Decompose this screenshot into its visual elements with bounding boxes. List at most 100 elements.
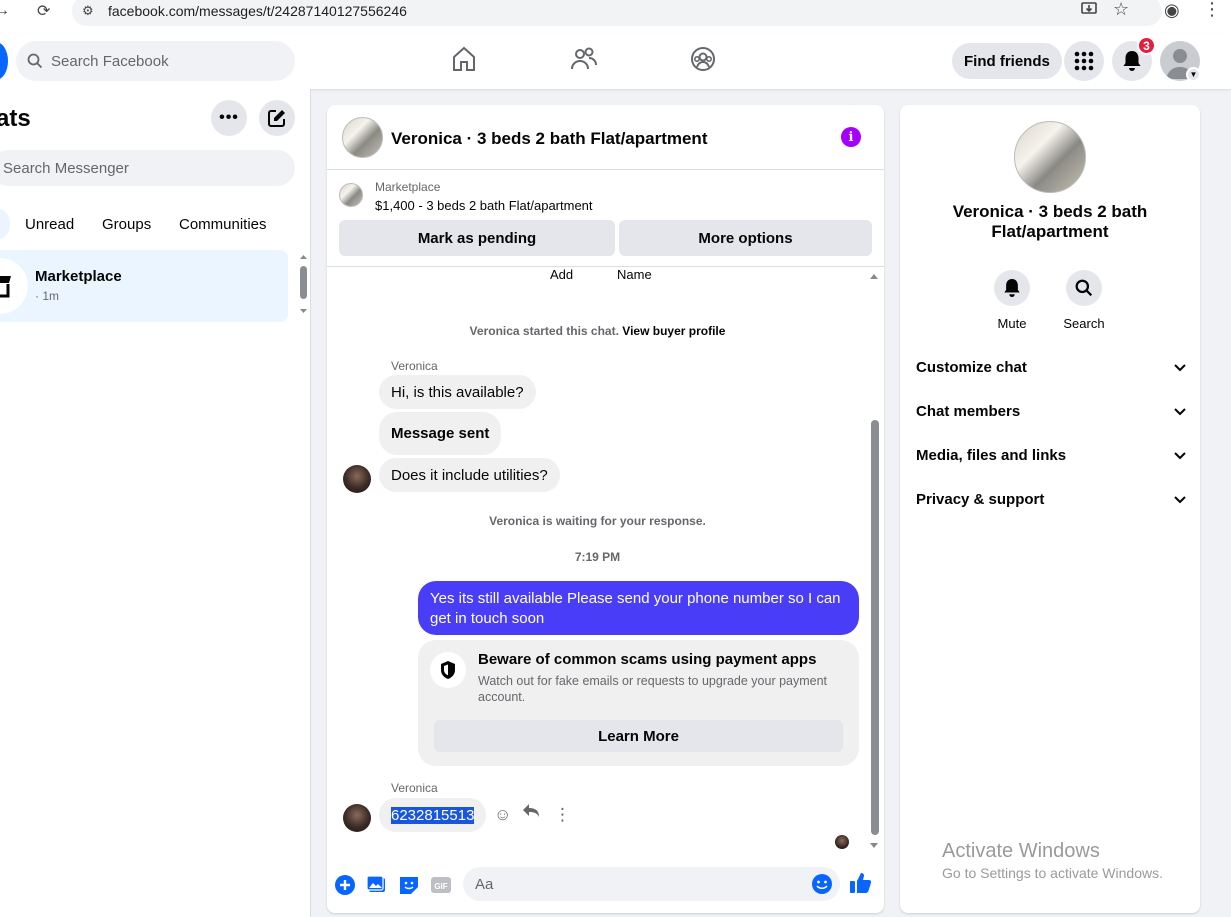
svg-text:GIF: GIF (434, 882, 447, 891)
thumbs-up-icon[interactable] (849, 871, 873, 895)
menu-grid-button[interactable] (1064, 41, 1104, 81)
view-buyer-profile-link[interactable]: View buyer profile (622, 324, 725, 338)
chat-window: Veronica · 3 beds 2 bath Flat/apartment … (327, 105, 884, 913)
customize-chat-row[interactable]: Customize chat (916, 355, 1186, 379)
marketplace-icon (0, 258, 28, 314)
info-icon[interactable]: i (841, 127, 861, 147)
row-label: Customize chat (916, 358, 1027, 376)
more-options-button[interactable]: More options (619, 220, 872, 256)
compose-icon (268, 110, 285, 127)
shield-icon (430, 652, 466, 688)
gif-icon[interactable]: GIF (430, 874, 452, 896)
filter-groups-tab[interactable]: Groups (102, 216, 151, 233)
facebook-header: Find friends ▼ (0, 33, 1231, 89)
url-text: facebook.com/messages/t/2428714012755624… (108, 3, 407, 19)
filter-unread-tab[interactable]: Unread (25, 216, 74, 233)
chats-title: ats (0, 105, 31, 132)
filter-communities-tab[interactable]: Communities (179, 216, 267, 233)
marketplace-listing-bar: Marketplace $1,400 - 3 beds 2 bath Flat/… (327, 171, 884, 267)
browser-toolbar: → ⟳ ⚙ facebook.com/messages/t/2428714012… (0, 0, 1231, 33)
sidebar-scrollbar[interactable] (299, 253, 308, 315)
listing-summary[interactable]: $1,400 - 3 beds 2 bath Flat/apartment (375, 198, 593, 213)
filter-all-tab[interactable] (0, 208, 10, 240)
sender-avatar[interactable] (343, 465, 371, 493)
browser-menu-icon[interactable]: ⋮ (1203, 0, 1221, 20)
new-message-button[interactable] (259, 100, 295, 136)
seen-receipt-avatar (835, 835, 849, 849)
mute-label: Mute (997, 316, 1027, 331)
messages-scrollbar[interactable] (868, 268, 880, 853)
scrollbar-thumb[interactable] (871, 420, 879, 835)
sender-avatar[interactable] (343, 804, 371, 832)
more-icon: ••• (219, 109, 239, 126)
message-input-box[interactable] (463, 867, 840, 901)
photo-icon[interactable] (366, 874, 388, 896)
watermark-title: Activate Windows (942, 840, 1100, 862)
bookmark-star-icon[interactable]: ☆ (1113, 0, 1129, 20)
site-settings-icon[interactable]: ⚙ (82, 3, 100, 19)
search-label: Search (1063, 316, 1105, 331)
listing-thumbnail[interactable] (339, 183, 363, 207)
scam-warning-title: Beware of common scams using payment app… (478, 651, 817, 668)
grid-icon (1074, 51, 1094, 71)
search-conversation-button[interactable]: Search (1054, 270, 1114, 331)
chat-title[interactable]: Veronica · 3 beds 2 bath Flat/apartment (391, 129, 707, 149)
conversation-time: · 1m (35, 289, 59, 303)
forward-icon[interactable]: → (0, 2, 10, 20)
info-panel-name: Veronica · 3 beds 2 bath Flat/apartment (952, 202, 1148, 241)
chevron-down-icon (1174, 491, 1186, 508)
marketplace-label: Marketplace (375, 180, 441, 194)
notification-badge: 3 (1137, 36, 1156, 55)
chat-options-button[interactable]: ••• (211, 100, 247, 136)
chat-members-row[interactable]: Chat members (916, 399, 1186, 423)
scam-warning-description: Watch out for fake emails or requests to… (478, 674, 828, 704)
groups-nav-icon[interactable] (689, 45, 717, 77)
facebook-logo[interactable] (0, 42, 8, 80)
bell-icon (1123, 51, 1141, 71)
friends-nav-icon[interactable] (570, 45, 598, 77)
message-more-icon[interactable]: ⋮ (554, 805, 571, 825)
mute-button[interactable]: Mute (982, 270, 1042, 331)
emoji-icon[interactable] (811, 873, 833, 895)
facebook-search[interactable] (16, 41, 295, 81)
profile-action-add[interactable]: Add (550, 267, 573, 282)
install-app-icon[interactable] (1081, 2, 1097, 20)
learn-more-button[interactable]: Learn More (434, 720, 843, 752)
sender-name: Veronica (391, 359, 438, 373)
messenger-search[interactable] (0, 150, 295, 186)
selected-phone-number[interactable]: 6232815513 (391, 806, 475, 824)
media-files-links-row[interactable]: Media, files and links (916, 443, 1186, 467)
profile-action-name[interactable]: Name (617, 267, 652, 282)
row-label: Chat members (916, 402, 1021, 420)
incoming-message[interactable]: Message sent (379, 412, 502, 455)
reload-icon[interactable]: ⟳ (37, 1, 50, 21)
sticker-icon[interactable] (398, 874, 420, 896)
listing-avatar[interactable] (342, 117, 383, 158)
incoming-message[interactable]: Hi, is this available? (379, 375, 536, 409)
search-messenger-input[interactable] (3, 159, 263, 177)
mark-as-pending-button[interactable]: Mark as pending (339, 220, 615, 256)
chat-started-text: Veronica started this chat. (469, 324, 619, 338)
chevron-down-icon[interactable]: ▼ (1186, 67, 1201, 82)
reply-icon[interactable] (522, 803, 540, 824)
chat-header: Veronica · 3 beds 2 bath Flat/apartment … (327, 105, 884, 170)
search-facebook-input[interactable] (51, 52, 271, 70)
privacy-support-row[interactable]: Privacy & support (916, 487, 1186, 511)
add-circle-icon[interactable] (334, 874, 356, 896)
message-composer: GIF (327, 861, 884, 913)
outgoing-message[interactable]: Yes its still available Please send your… (418, 581, 859, 635)
message-timestamp: 7:19 PM (574, 550, 621, 564)
sender-name: Veronica (391, 781, 438, 795)
incoming-message[interactable]: Does it include utilities? (379, 458, 560, 492)
listing-profile-photo[interactable] (1014, 121, 1086, 193)
chevron-down-icon (1174, 447, 1186, 464)
find-friends-button[interactable]: Find friends (952, 43, 1062, 79)
home-nav-icon[interactable] (451, 45, 477, 77)
react-emoji-icon[interactable]: ☺ (494, 805, 511, 825)
address-bar[interactable]: ⚙ facebook.com/messages/t/24287140127556… (72, 0, 1162, 26)
message-input[interactable] (475, 875, 795, 893)
profile-icon[interactable]: ◉ (1164, 0, 1180, 21)
conversation-item[interactable]: Marketplace · 1m (0, 250, 288, 322)
search-icon (27, 53, 43, 69)
incoming-message-phone[interactable]: 6232815513 (379, 798, 487, 832)
